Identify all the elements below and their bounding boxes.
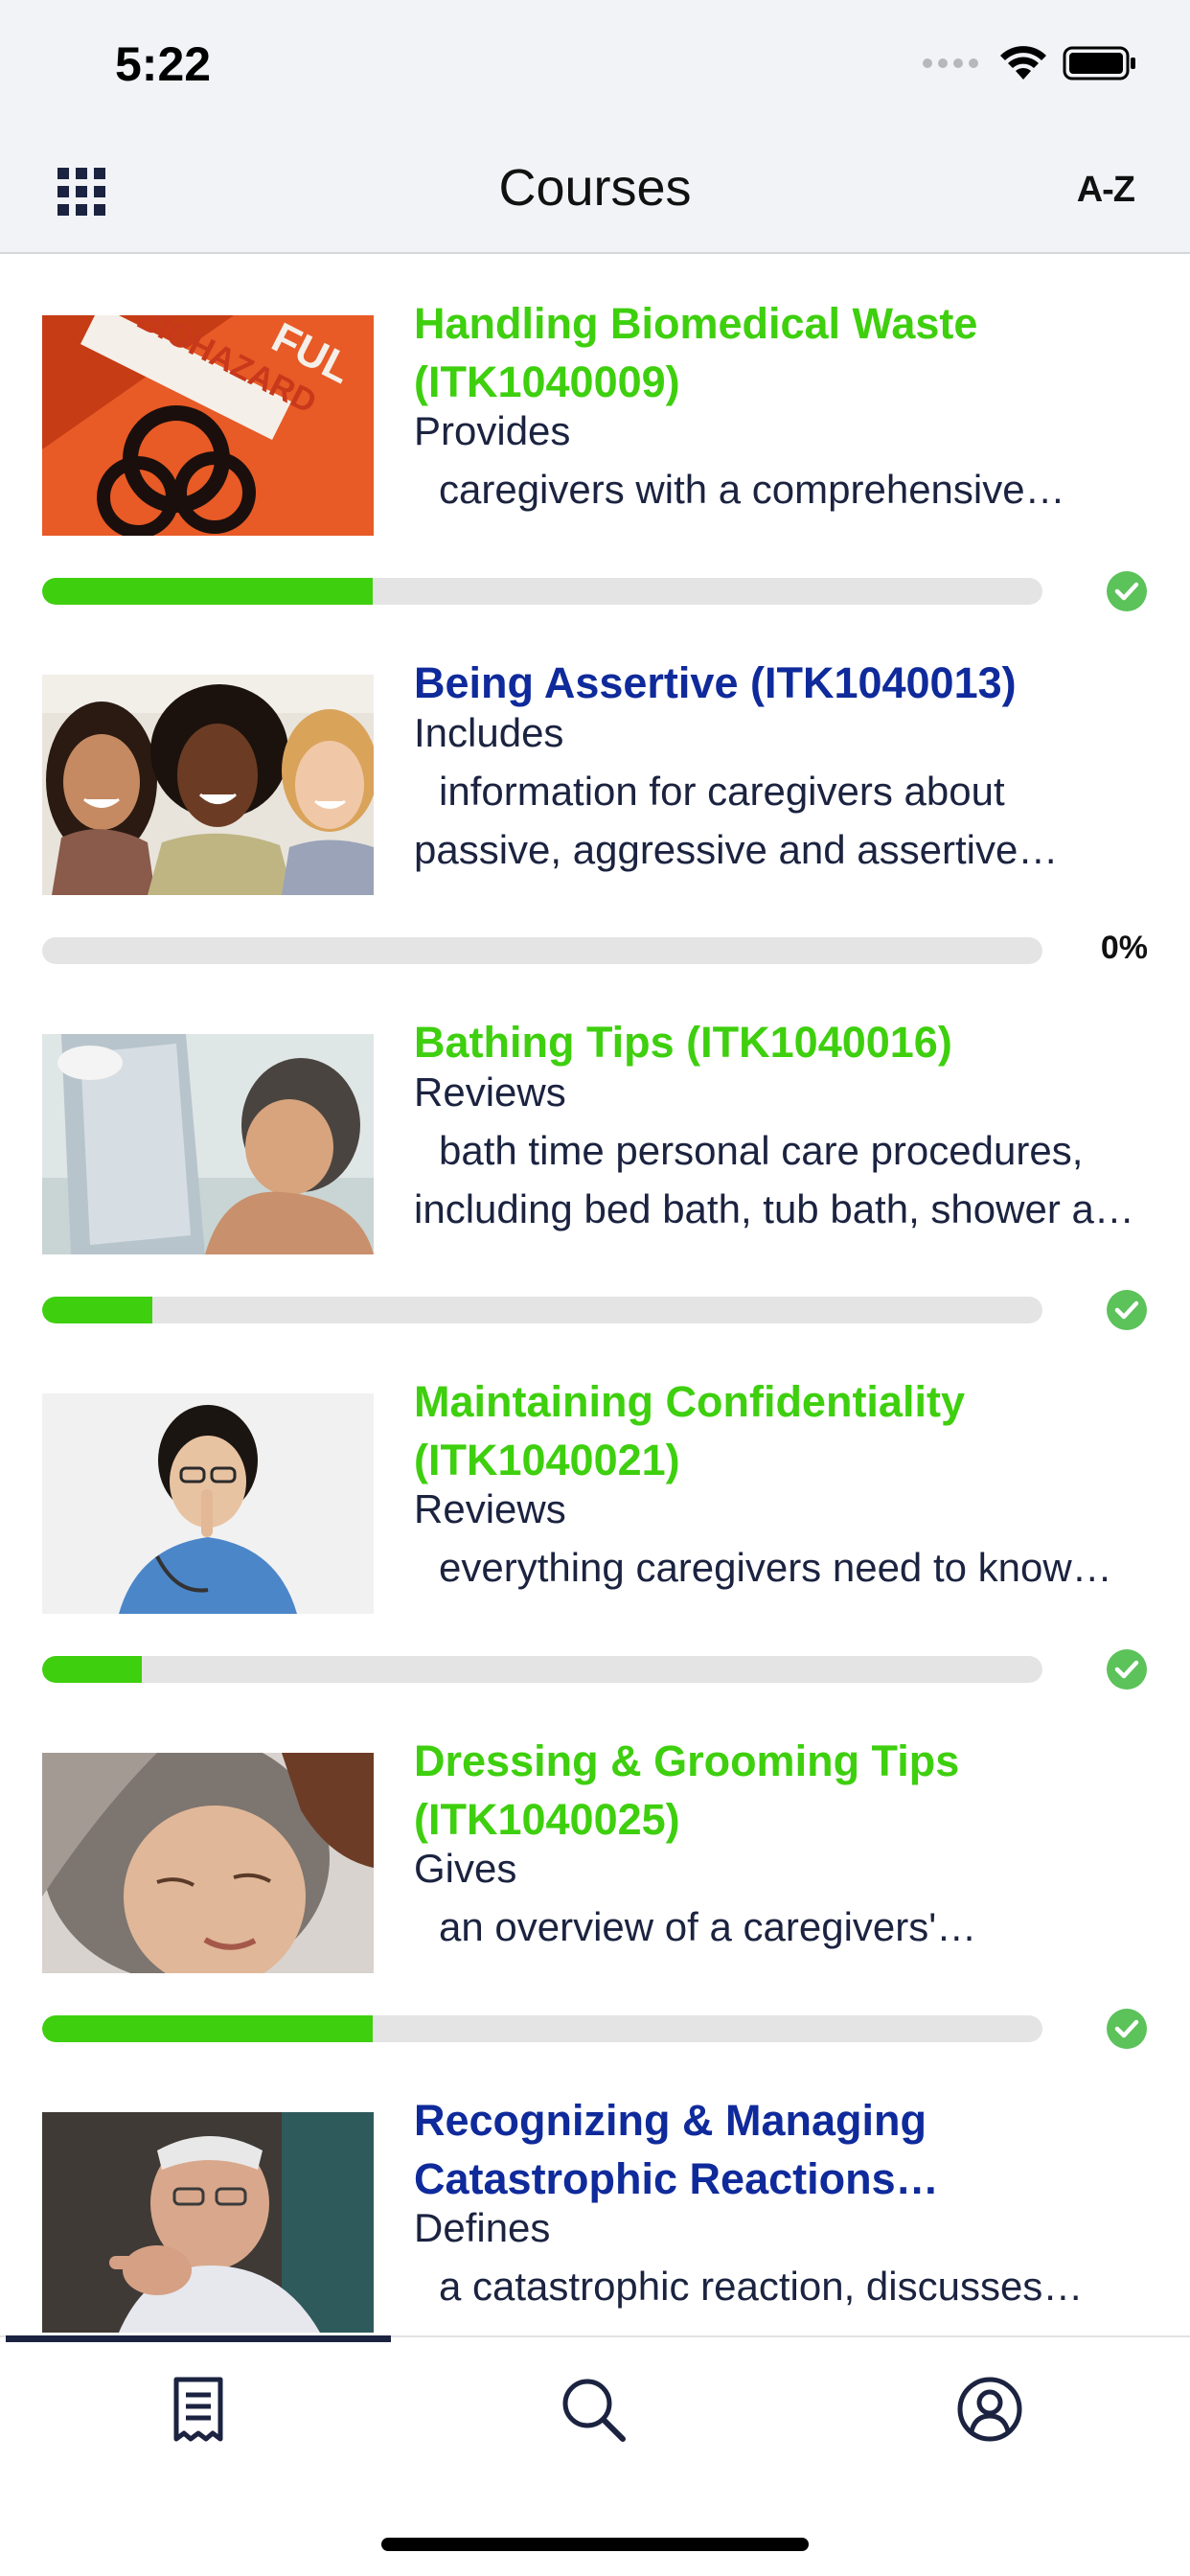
- tab-account[interactable]: [956, 2376, 1023, 2443]
- progress-bar: [42, 1297, 1042, 1323]
- course-card[interactable]: Being Assertive (ITK1040013) Includes in…: [0, 615, 1190, 975]
- wifi-icon: [1000, 46, 1046, 80]
- course-description-body: a catastrophic reaction, discusses commo…: [439, 2264, 1043, 2309]
- status-icons: [923, 42, 1137, 84]
- check-circle-icon: [1107, 1649, 1147, 1690]
- course-thumbnail-elderly-woman: [42, 1753, 374, 1973]
- course-description-lead: Reviews: [414, 1486, 566, 1531]
- progress-bar: [42, 578, 1042, 605]
- course-description: Reviews everything caregivers need to kn…: [414, 1480, 1152, 1597]
- course-description-lead: Reviews: [414, 1070, 566, 1115]
- course-description-body: information for caregivers about passive…: [414, 769, 1018, 872]
- check-circle-icon: [1107, 2009, 1147, 2049]
- cellular-signal-icon: [923, 58, 978, 68]
- course-description-lead: Provides: [414, 408, 571, 453]
- course-card[interactable]: BIOHAZARD FUL Handling Biomedical Waste …: [0, 256, 1190, 615]
- active-tab-indicator: [6, 2335, 391, 2342]
- course-thumbnail-biohazard: BIOHAZARD FUL: [42, 315, 374, 536]
- check-circle-icon: [1107, 1290, 1147, 1330]
- progress-fill: [42, 2015, 373, 2042]
- tab-catalog[interactable]: [165, 2376, 232, 2443]
- battery-icon: [1063, 46, 1135, 80]
- course-description-lead: Gives: [414, 1846, 517, 1891]
- progress-fill: [42, 1297, 152, 1323]
- course-card[interactable]: Maintaining Confidentiality (ITK1040021)…: [0, 1334, 1190, 1693]
- progress-bar: [42, 937, 1042, 964]
- account-icon: [957, 2377, 1022, 2442]
- course-description: Provides caregivers with a comprehensive…: [414, 402, 1152, 518]
- course-description: Defines a catastrophic reaction, discuss…: [414, 2198, 1152, 2315]
- course-description-body: bath time personal care procedures, incl…: [414, 1128, 1139, 1231]
- progress-fill: [42, 578, 373, 605]
- status-bar: 5:22: [0, 0, 1190, 129]
- course-description-body: caregivers with a comprehensive descript…: [439, 467, 1025, 512]
- progress-percent: 0%: [1100, 930, 1148, 966]
- course-title[interactable]: Handling Biomedical Waste (ITK1040009): [414, 294, 1152, 411]
- course-title[interactable]: Dressing & Grooming Tips (ITK1040025): [414, 1732, 1152, 1849]
- course-title[interactable]: Maintaining Confidentiality (ITK1040021): [414, 1372, 1152, 1489]
- course-description-lead: Includes: [414, 710, 564, 755]
- course-list[interactable]: BIOHAZARD FUL Handling Biomedical Waste …: [0, 256, 1190, 2335]
- course-description: Gives an overview of a caregivers' respo…: [414, 1839, 1152, 1956]
- search-icon: [562, 2379, 626, 2442]
- courses-screen: 5:22 Courses A-Z BIOHAZARD FUL Handling …: [0, 0, 1190, 2576]
- course-title[interactable]: Recognizing & Managing Catastrophic Reac…: [414, 2091, 1152, 2208]
- status-time: 5:22: [115, 37, 212, 91]
- course-description: Includes information for caregivers abou…: [414, 703, 1152, 879]
- check-circle-icon: [1107, 571, 1147, 611]
- sort-az-button[interactable]: A-Z: [1077, 170, 1135, 211]
- course-description: Reviews bath time personal care procedur…: [414, 1063, 1152, 1238]
- page-title: Courses: [498, 159, 692, 217]
- course-card[interactable]: Dressing & Grooming Tips (ITK1040025) Gi…: [0, 1693, 1190, 2053]
- course-description-lead: Defines: [414, 2205, 551, 2250]
- course-card[interactable]: Bathing Tips (ITK1040016) Reviews bath t…: [0, 975, 1190, 1334]
- course-thumbnail-bathing: [42, 1034, 374, 1254]
- course-description-body: everything caregivers need to know about…: [439, 1545, 1072, 1590]
- progress-fill: [42, 1656, 143, 1683]
- catalog-icon: [173, 2377, 223, 2442]
- course-thumbnail-elderly-man: [42, 2112, 374, 2333]
- progress-bar: [42, 1656, 1042, 1683]
- course-thumbnail-three-women: [42, 675, 374, 895]
- tab-search[interactable]: [560, 2376, 627, 2443]
- home-indicator: [381, 2538, 809, 2551]
- course-thumbnail-nurse: [42, 1393, 374, 1614]
- progress-bar: [42, 2015, 1042, 2042]
- navigation-header: Courses A-Z: [0, 129, 1190, 254]
- course-description-body: an overview of a caregivers' responsibil…: [439, 1904, 937, 1949]
- course-card[interactable]: Recognizing & Managing Catastrophic Reac…: [0, 2053, 1190, 2335]
